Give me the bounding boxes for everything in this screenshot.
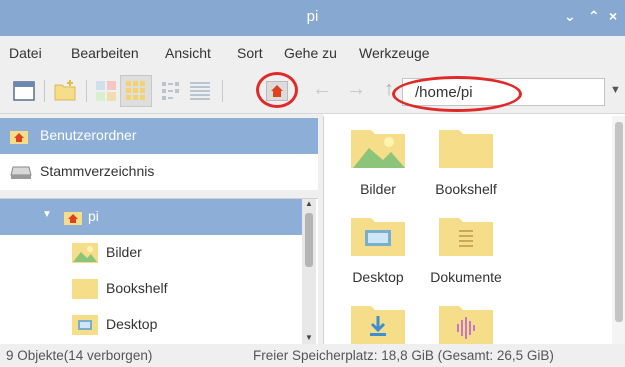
icon-view-button[interactable] <box>120 75 152 107</box>
file-item[interactable]: Bilder <box>330 126 426 197</box>
expander-icon[interactable]: ▼ <box>42 209 52 220</box>
home-icon <box>64 212 82 225</box>
status-bar: 9 Objekte(14 verborgen) Freier Speicherp… <box>0 344 625 367</box>
thumbnail-view-icon[interactable] <box>94 79 118 103</box>
pictures-folder-icon <box>351 130 405 168</box>
place-label: Benutzerordner <box>40 127 137 143</box>
desktop-folder-icon <box>351 218 405 256</box>
file-label: Bilder <box>360 181 396 197</box>
tree-label: Bookshelf <box>106 280 168 296</box>
file-label: Desktop <box>352 269 404 285</box>
tree-scrollbar[interactable]: ▲ ▼ <box>302 199 316 345</box>
tree-item-pi[interactable]: ▼ pi <box>0 199 302 235</box>
scroll-up-icon[interactable]: ▲ <box>305 199 313 208</box>
icon-view-icon <box>126 81 145 100</box>
menu-sort[interactable]: Sort <box>237 45 263 61</box>
title-bar: pi ⌄ ⌃ × <box>0 0 625 36</box>
menu-tools[interactable]: Werkzeuge <box>359 45 430 61</box>
status-free-space: Freier Speicherplatz: 18,8 GiB (Gesamt: … <box>253 348 554 363</box>
pictures-folder-icon <box>72 243 98 263</box>
file-item[interactable]: Bookshelf <box>418 126 514 197</box>
folder-icon <box>439 130 493 168</box>
folder-icon <box>72 279 98 299</box>
file-view-scrollbar[interactable] <box>612 116 625 344</box>
place-root[interactable]: Stammverzeichnis <box>0 154 318 190</box>
tree-item-bilder[interactable]: Bilder <box>0 235 302 271</box>
forward-arrow-icon[interactable]: → <box>346 78 366 101</box>
path-dropdown-icon[interactable]: ▼ <box>610 84 621 96</box>
file-item[interactable]: Dokumente <box>418 214 514 285</box>
directory-tree: ▼ pi Bilder Bookshelf Desktop ▲ ▼ <box>0 198 318 345</box>
drive-icon <box>10 166 32 179</box>
list-view-icon[interactable] <box>188 79 212 103</box>
highlight-ring <box>256 72 298 108</box>
tree-label: pi <box>88 208 99 224</box>
menu-bar: Datei Bearbeiten Ansicht Sort Gehe zu We… <box>0 36 625 68</box>
documents-folder-icon <box>439 218 493 256</box>
toolbar-separator <box>86 80 87 102</box>
menu-view[interactable]: Ansicht <box>165 45 211 61</box>
menu-go[interactable]: Gehe zu <box>284 45 337 61</box>
file-view-scrollbar-thumb[interactable] <box>615 122 623 322</box>
window-title: pi <box>306 8 319 25</box>
file-item[interactable]: Desktop <box>330 214 426 285</box>
toolbar: ← → ↑ ▼ <box>0 68 625 114</box>
place-home[interactable]: Benutzerordner <box>0 118 318 154</box>
tree-label: Desktop <box>106 316 158 332</box>
new-window-icon[interactable] <box>12 79 36 103</box>
toolbar-separator <box>222 80 223 102</box>
compact-view-icon[interactable] <box>160 79 184 103</box>
maximize-icon[interactable]: ⌃ <box>588 8 600 25</box>
tree-item-bookshelf[interactable]: Bookshelf <box>0 271 302 307</box>
minimize-icon[interactable]: ⌄ <box>564 8 576 25</box>
place-label: Stammverzeichnis <box>40 163 155 179</box>
tree-scrollbar-thumb[interactable] <box>305 213 313 267</box>
status-object-count: 9 Objekte(14 verborgen) <box>6 348 153 363</box>
tree-item-desktop[interactable]: Desktop <box>0 307 302 343</box>
downloads-folder-icon <box>351 306 405 344</box>
desktop-folder-icon <box>72 315 98 335</box>
menu-edit[interactable]: Bearbeiten <box>71 45 139 61</box>
close-icon[interactable]: × <box>609 8 617 24</box>
tree-label: Bilder <box>106 244 142 260</box>
home-icon <box>10 131 28 144</box>
side-pane: Benutzerordner Stammverzeichnis ▼ pi Bil… <box>0 114 318 345</box>
scroll-down-icon[interactable]: ▼ <box>305 333 313 342</box>
music-folder-icon <box>439 306 493 344</box>
back-arrow-icon[interactable]: ← <box>312 78 332 101</box>
file-label: Dokumente <box>430 269 502 285</box>
toolbar-separator <box>44 80 45 102</box>
highlight-ring <box>392 76 522 112</box>
file-label: Bookshelf <box>435 181 497 197</box>
file-view: Bilder Bookshelf Desktop Dokumente <box>323 116 625 344</box>
menu-file[interactable]: Datei <box>9 45 42 61</box>
new-folder-icon[interactable] <box>53 79 77 103</box>
